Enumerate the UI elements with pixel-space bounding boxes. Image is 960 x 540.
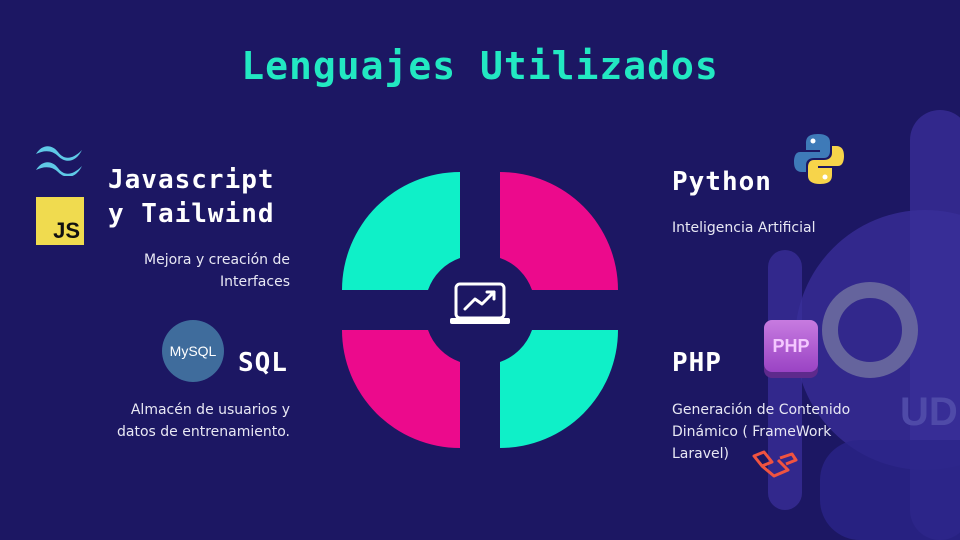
quadrant-top-left (342, 172, 460, 290)
python-description: Inteligencia Artificial (672, 220, 816, 236)
quadrant-bottom-left (342, 330, 460, 448)
svg-text:UD: UD (900, 390, 958, 434)
sql-desc-line2: datos de entrenamiento. (117, 424, 290, 440)
javascript-logo: JS (36, 197, 84, 245)
php-desc-line1: Generación de Contenido (672, 402, 851, 418)
js-desc-line2: Interfaces (220, 274, 290, 290)
sql-heading: SQL (238, 348, 288, 378)
python-logo-icon (794, 134, 844, 184)
php-desc-line2: Dinámico ( FrameWork (672, 424, 832, 440)
js-heading-line1: Javascript (108, 165, 275, 195)
quadrant-top-right (500, 172, 618, 290)
sql-description: Almacén de usuarios y datos de entrenami… (60, 399, 290, 443)
php-heading: PHP (672, 348, 722, 378)
js-desc-line1: Mejora y creación de (144, 252, 290, 268)
page-title: Lenguajes Utilizados (241, 44, 719, 88)
php-logo: PHP (764, 320, 818, 372)
laptop-chart-icon (450, 282, 510, 324)
quadrant-bottom-right (500, 330, 618, 448)
js-tailwind-description: Mejora y creación de Interfaces (80, 249, 290, 293)
mysql-logo: MySQL (162, 320, 224, 382)
js-tailwind-heading: Javascript y Tailwind (108, 163, 275, 231)
tailwind-logo-icon (36, 146, 82, 176)
js-heading-line2: y Tailwind (108, 199, 275, 229)
center-quadrant-graphic (342, 172, 618, 448)
sql-desc-line1: Almacén de usuarios y (130, 402, 290, 418)
laravel-logo-icon (752, 450, 798, 478)
python-heading: Python (672, 167, 772, 197)
